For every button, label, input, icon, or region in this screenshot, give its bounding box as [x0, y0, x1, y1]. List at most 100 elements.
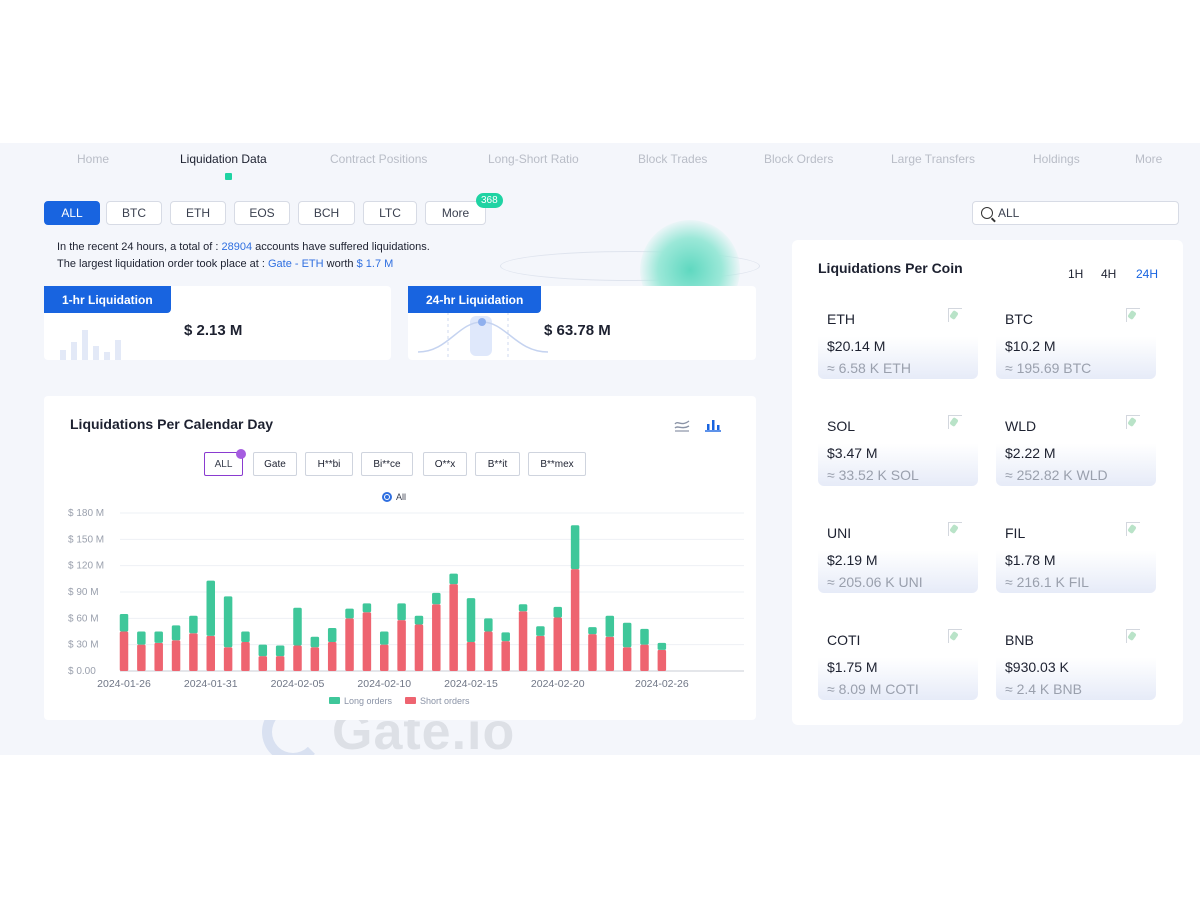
nav-item-block-trades[interactable]: Block Trades [638, 152, 707, 166]
short-orders-bar [605, 636, 615, 671]
short-orders-bar [397, 620, 406, 671]
summary-line-largest: The largest liquidation order took place… [57, 258, 393, 270]
bar-chart-icon[interactable] [705, 418, 721, 432]
y-tick-label: $ 0.00 [68, 666, 96, 677]
coin-card-sol[interactable]: SOL $3.47 M ≈ 33.52 K SOL [818, 409, 978, 486]
check-icon [236, 449, 246, 459]
coin-name: COTI [827, 632, 861, 648]
coin-card-btc[interactable]: BTC $10.2 M ≈ 195.69 BTC [996, 302, 1156, 379]
nav-item-home[interactable]: Home [77, 152, 109, 166]
line-chart-icon[interactable] [674, 418, 690, 432]
long-orders-bar [501, 632, 510, 642]
short-orders-bar [657, 649, 667, 671]
nav-item-more[interactable]: More [1135, 152, 1162, 166]
short-orders-bar [345, 618, 354, 671]
short-orders-bar [189, 633, 198, 671]
long-orders-bar [345, 608, 354, 619]
long-orders-bar [605, 615, 615, 637]
coin-name: BTC [1005, 311, 1033, 327]
long-orders-bar [397, 603, 406, 621]
coin-name: UNI [827, 525, 852, 541]
coin-filter-ltc[interactable]: LTC [363, 201, 417, 225]
coin-image-icon [948, 308, 962, 322]
per-coin-card: Liquidations Per Coin 1H 4H 24H ETH $20.… [792, 240, 1183, 725]
short-orders-bar [570, 569, 580, 671]
coin-filter-all[interactable]: ALL [44, 201, 100, 225]
coin-image-icon [1126, 415, 1140, 429]
coin-usd-value: $2.22 M [1005, 445, 1056, 461]
short-orders-bar [119, 631, 129, 671]
coin-name: WLD [1005, 418, 1037, 434]
wave-decoration [418, 312, 548, 360]
coin-usd-value: $2.19 M [827, 552, 878, 568]
exchange-filter-hbi[interactable]: H**bi [305, 452, 353, 476]
short-orders-bar [171, 640, 181, 671]
legend-label: Short orders [420, 696, 470, 706]
summary-text: accounts have suffered liquidations. [255, 241, 430, 253]
x-tick-label: 2024-01-31 [184, 678, 238, 690]
exchange-filter-all[interactable]: ALL [204, 449, 246, 476]
long-orders-bar [258, 644, 268, 657]
period-4h[interactable]: 4H [1101, 267, 1116, 281]
nav-item-liquidation-data[interactable]: Liquidation Data [180, 152, 267, 166]
coin-image-icon [1126, 522, 1140, 536]
x-tick-label: 2024-01-26 [97, 678, 151, 690]
coin-card-eth[interactable]: ETH $20.14 M ≈ 6.58 K ETH [818, 302, 978, 379]
coin-card-coti[interactable]: COTI $1.75 M ≈ 8.09 M COTI [818, 623, 978, 700]
coin-search[interactable] [972, 201, 1179, 225]
coin-filter-btc[interactable]: BTC [106, 201, 162, 225]
y-tick-label: $ 120 M [68, 561, 104, 572]
short-orders-bar [414, 624, 424, 671]
long-orders-bar [137, 631, 146, 645]
short-orders-bar [258, 656, 268, 671]
coin-usd-value: $1.78 M [1005, 552, 1056, 568]
coin-filter-eth[interactable]: ETH [170, 201, 226, 225]
coin-card-bnb[interactable]: BNB $930.03 K ≈ 2.4 K BNB [996, 623, 1156, 700]
long-orders-bar [432, 592, 441, 605]
short-orders-bar [275, 656, 285, 671]
coin-filter-eos[interactable]: EOS [234, 201, 290, 225]
y-tick-label: $ 30 M [68, 640, 99, 651]
coin-quantity: ≈ 205.06 K UNI [827, 574, 923, 590]
legend-label: Long orders [344, 696, 393, 706]
nav-item-contract-positions[interactable]: Contract Positions [330, 152, 427, 166]
exchange-filter-bit[interactable]: B**it [475, 452, 520, 476]
coin-card-fil[interactable]: FIL $1.78 M ≈ 216.1 K FIL [996, 516, 1156, 593]
coin-image-icon [948, 522, 962, 536]
nav-item-long-short-ratio[interactable]: Long-Short Ratio [488, 152, 579, 166]
x-tick-label: 2024-02-10 [357, 678, 411, 690]
nav-item-holdings[interactable]: Holdings [1033, 152, 1080, 166]
day-liquidation-card: 24-hr Liquidation $ 63.78 M [408, 286, 756, 360]
coin-card-wld[interactable]: WLD $2.22 M ≈ 252.82 K WLD [996, 409, 1156, 486]
coin-name: BNB [1005, 632, 1034, 648]
period-1h[interactable]: 1H [1068, 267, 1083, 281]
short-orders-bar [154, 642, 163, 671]
coin-image-icon [1126, 629, 1140, 643]
liquidation-bar-chart: $ 0.00 $ 30 M $ 60 M $ 90 M $ 120 M $ 150 M $ … [68, 508, 744, 706]
nav-item-large-transfers[interactable]: Large Transfers [891, 152, 975, 166]
summary-text: The largest liquidation order took place… [57, 258, 265, 270]
coin-search-input[interactable] [998, 206, 1168, 220]
coin-filter-bch[interactable]: BCH [298, 201, 355, 225]
period-24h[interactable]: 24H [1136, 267, 1158, 281]
long-orders-bar [588, 627, 597, 635]
calendar-chart-title: Liquidations Per Calendar Day [70, 416, 274, 432]
long-orders-bar [223, 596, 233, 648]
coin-card-uni[interactable]: UNI $2.19 M ≈ 205.06 K UNI [818, 516, 978, 593]
y-tick-label: $ 60 M [68, 613, 99, 624]
exchange-filter-bmex[interactable]: B**mex [528, 452, 586, 476]
largest-order-link[interactable]: Gate - ETH [268, 258, 324, 270]
nav-item-block-orders[interactable]: Block Orders [764, 152, 833, 166]
short-orders-bar [223, 647, 233, 671]
one-hour-liquidation-card: 1-hr Liquidation $ 2.13 M [44, 286, 391, 360]
top-nav: Home Liquidation Data Contract Positions… [0, 143, 1200, 180]
short-orders-bar [206, 635, 215, 671]
exchange-filter-gate[interactable]: Gate [253, 452, 297, 476]
coin-image-icon [948, 629, 962, 643]
active-tab-indicator [225, 173, 232, 180]
long-orders-bar [241, 631, 250, 643]
exchange-filter-ox[interactable]: O**x [423, 452, 467, 476]
coin-quantity: ≈ 6.58 K ETH [827, 360, 911, 376]
exchange-filter-bice[interactable]: Bi**ce [361, 452, 413, 476]
long-orders-bar [362, 603, 372, 613]
